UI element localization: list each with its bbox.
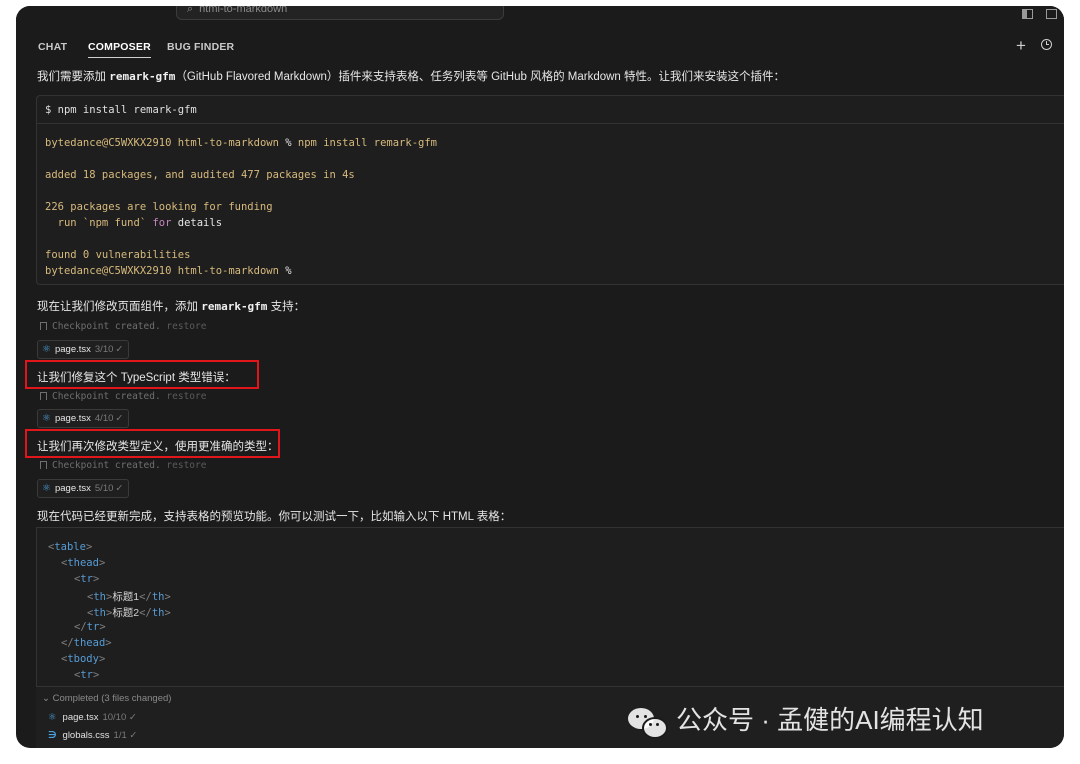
code-block[interactable]: <table> <thead> <tr> <th>标题1</th> <th>标题… — [36, 527, 1064, 698]
terminal-line: bytedance@C5WXKX2910 html-to-markdown % … — [45, 137, 437, 149]
message-text: 我们需要添加 — [37, 71, 110, 83]
new-composer-icon[interactable]: + — [1016, 37, 1026, 54]
restore-link[interactable]: restore — [166, 460, 206, 471]
bookmark-icon — [40, 322, 47, 330]
completed-toggle[interactable]: ⌄ Completed (3 files changed) — [42, 693, 171, 704]
message-text: 现在让我们修改页面组件，添加 — [37, 301, 202, 313]
composer-tabs: CHAT COMPOSER BUG FINDER — [16, 36, 1064, 58]
terminal-line: added 18 packages, and audited 477 packa… — [45, 169, 355, 181]
code-line: <tbody> — [61, 653, 106, 665]
tab-bug-finder[interactable]: BUG FINDER — [167, 41, 234, 53]
highlight-box — [25, 360, 259, 389]
restore-link[interactable]: restore — [166, 321, 206, 332]
file-chip[interactable]: ⚛ page.tsx 5/10 ✓ — [37, 479, 130, 498]
code-line: <th>标题2</th> — [87, 607, 171, 619]
code-line: <tr> — [74, 573, 100, 585]
chevron-down-icon: ⌄ — [42, 693, 50, 704]
tab-composer[interactable]: COMPOSER — [88, 41, 151, 58]
terminal-block: $ npm install remark-gfm bytedance@C5WXK… — [36, 95, 1064, 285]
bookmark-icon — [40, 461, 47, 469]
layout-icon[interactable] — [1046, 9, 1057, 19]
highlight-box — [25, 429, 280, 458]
search-icon: ⌕ — [187, 6, 194, 15]
react-icon: ⚛ — [48, 712, 57, 723]
code-line: </thead> — [61, 637, 112, 649]
tab-chat[interactable]: CHAT — [38, 41, 67, 53]
react-icon: ⚛ — [42, 413, 51, 424]
css-file-icon: ∋ — [48, 730, 57, 741]
file-chip[interactable]: ⚛ page.tsx 4/10 ✓ — [37, 409, 130, 428]
toggle-sidebar-icon[interactable] — [1022, 9, 1033, 19]
checkpoint-note: Checkpoint created. restore — [40, 321, 206, 332]
watermark: 公众号 · 孟健的AI编程认知 — [626, 700, 984, 740]
composer-window: ⌕ html-to-markdown CHAT COMPOSER BUG FIND… — [16, 6, 1064, 748]
code-line: <table> — [48, 541, 93, 553]
changed-file[interactable]: ⚛ page.tsx 10/10 ✓ — [48, 712, 137, 723]
bookmark-icon — [40, 392, 47, 400]
assistant-message: 我们需要添加 remark-gfm（GitHub Flavored Markdo… — [37, 68, 785, 84]
code-line: <tr> — [74, 669, 100, 681]
terminal-line: 226 packages are looking for funding — [45, 201, 273, 213]
code-line: <th>标题1</th> — [87, 591, 171, 603]
search-value: html-to-markdown — [199, 6, 288, 15]
file-chip[interactable]: ⚛ page.tsx 3/10 ✓ — [37, 340, 130, 359]
react-icon: ⚛ — [42, 483, 51, 494]
wechat-icon — [626, 704, 670, 740]
react-icon: ⚛ — [42, 344, 51, 355]
code-line: </tr> — [74, 621, 106, 633]
terminal-line: run `npm fund` for details — [45, 217, 223, 229]
checkpoint-note: Checkpoint created. restore — [40, 391, 206, 402]
assistant-message: 现在代码已经更新完成，支持表格的预览功能。你可以测试一下，比如输入以下 HTML… — [37, 511, 512, 523]
assistant-message: 现在让我们修改页面组件，添加 remark-gfm 支持： — [37, 298, 305, 314]
terminal-line: bytedance@C5WXKX2910 html-to-markdown % — [45, 265, 292, 277]
restore-link[interactable]: restore — [166, 391, 206, 402]
code-line: <thead> — [61, 557, 106, 569]
inline-code: remark-gfm — [109, 70, 176, 83]
terminal-line: found 0 vulnerabilities — [45, 249, 191, 261]
terminal-command[interactable]: $ npm install remark-gfm — [37, 96, 1064, 124]
title-bar: ⌕ html-to-markdown — [16, 6, 1064, 28]
search-input[interactable]: ⌕ html-to-markdown — [176, 6, 504, 20]
message-text: 支持： — [267, 301, 306, 313]
history-icon[interactable] — [1041, 39, 1052, 50]
message-text: （GitHub Flavored Markdown）插件来支持表格、任务列表等 … — [175, 71, 786, 83]
watermark-text: 公众号 · 孟健的AI编程认知 — [676, 705, 984, 735]
inline-code: remark-gfm — [201, 300, 268, 313]
changed-file[interactable]: ∋ globals.css 1/1 ✓ — [48, 730, 137, 741]
checkpoint-note: Checkpoint created. restore — [40, 460, 206, 471]
